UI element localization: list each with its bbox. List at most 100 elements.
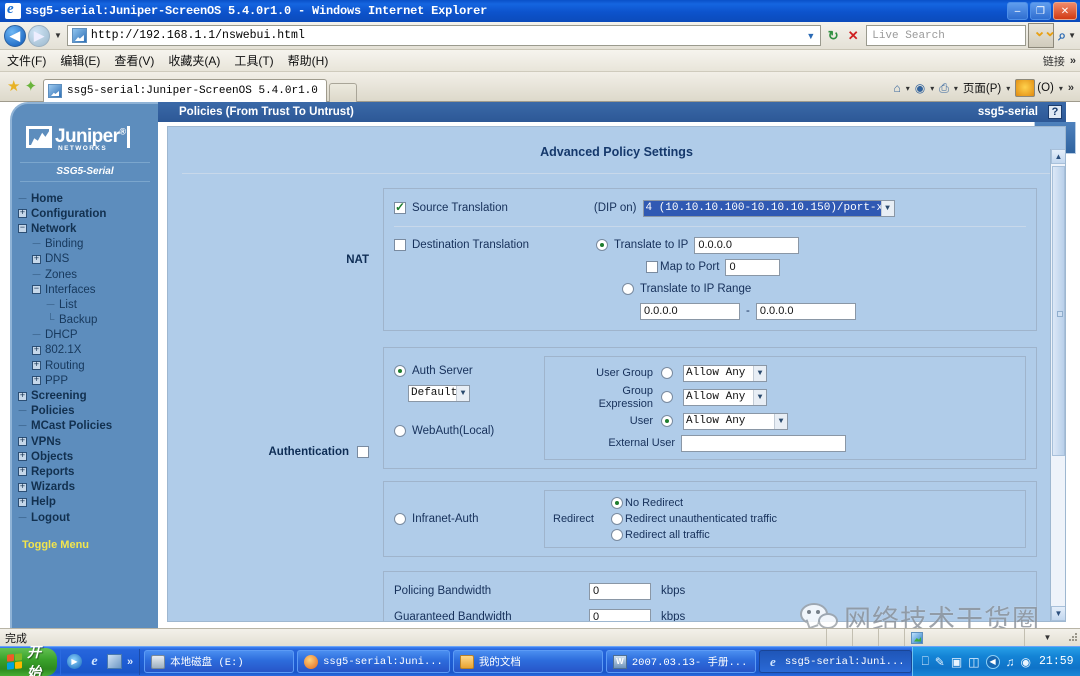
menu-file[interactable]: 文件(F) <box>0 52 53 69</box>
start-button[interactable]: 开始 <box>0 644 57 676</box>
expand-plus-icon[interactable]: + <box>18 452 27 462</box>
taskbar-item[interactable]: ssg5-serial:Juni... <box>297 650 450 673</box>
sidebar-item-mcast-policies[interactable]: ─ MCast Policies <box>18 419 158 434</box>
sidebar-item-help[interactable]: + Help <box>18 495 158 510</box>
expand-plus-icon[interactable]: + <box>18 391 27 401</box>
sidebar-item-interfaces[interactable]: − Interfaces <box>18 282 158 297</box>
page-menu-label[interactable]: 页面(P) <box>963 80 1001 96</box>
sidebar-item-wizards[interactable]: + Wizards <box>18 480 158 495</box>
dip-select[interactable]: 4 (10.10.10.100-10.10.10.150)/port-xlate… <box>642 199 895 217</box>
expand-plus-icon[interactable]: + <box>32 345 41 355</box>
scroll-down-button[interactable]: ▼ <box>1051 606 1065 621</box>
sidebar-item-reports[interactable]: + Reports <box>18 464 158 479</box>
sidebar-item-home[interactable]: ─ Home <box>18 191 158 206</box>
taskbar-item[interactable]: W 2007.03.13- 手册... <box>605 650 756 673</box>
menu-help[interactable]: 帮助(H) <box>281 52 336 69</box>
taskbar-item[interactable]: 本地磁盘 (E:) <box>144 650 295 673</box>
print-caret-icon[interactable]: ▾ <box>954 84 958 93</box>
range-end-input[interactable]: 0.0.0.0 <box>755 302 856 320</box>
group-expression-radio[interactable] <box>661 391 673 403</box>
links-label[interactable]: 链接 <box>1043 53 1065 69</box>
auth-server-radio[interactable] <box>394 365 406 377</box>
expand-plus-icon[interactable]: + <box>32 376 41 386</box>
back-button[interactable]: ◀ <box>4 24 26 47</box>
chevron-down-icon[interactable]: ▼ <box>774 413 787 429</box>
scroll-up-button[interactable]: ▲ <box>1051 149 1065 164</box>
sidebar-item-backup[interactable]: └ Backup <box>18 313 158 328</box>
download-addon-icon[interactable] <box>1028 22 1054 48</box>
expand-plus-icon[interactable]: + <box>18 437 27 447</box>
expand-plus-icon[interactable]: + <box>18 209 27 219</box>
sidebar-item-dns[interactable]: + DNS <box>18 252 158 267</box>
clock-time[interactable]: 21:59 <box>1039 655 1074 668</box>
volume-icon[interactable]: ♫ <box>1006 655 1015 669</box>
source-translation-checkbox[interactable] <box>394 200 406 214</box>
sidebar-item-ppp[interactable]: + PPP <box>18 373 158 388</box>
collapse-minus-icon[interactable]: − <box>32 285 41 295</box>
forward-button[interactable]: ▶ <box>28 24 50 47</box>
chevron-down-icon[interactable]: ▼ <box>753 389 766 405</box>
infranet-auth-radio[interactable] <box>394 513 406 525</box>
maximize-button[interactable]: ❐ <box>1030 2 1051 20</box>
translate-to-ip-radio[interactable] <box>595 239 608 251</box>
group-expression-select[interactable]: Allow Any ▼ <box>683 388 767 406</box>
keyboard-icon[interactable]: ⎕ <box>922 654 929 669</box>
tools-menu-label[interactable]: (O) <box>1037 82 1054 94</box>
sidebar-item-binding[interactable]: ─ Binding <box>18 237 158 252</box>
menu-view[interactable]: 查看(V) <box>107 52 161 69</box>
map-to-port-checkbox[interactable] <box>646 261 658 273</box>
destination-translation-checkbox[interactable] <box>394 239 406 251</box>
sidebar-item-policies[interactable]: ─ Policies <box>18 404 158 419</box>
user-group-radio[interactable] <box>661 367 673 379</box>
sidebar-item-objects[interactable]: + Objects <box>18 449 158 464</box>
pen-icon[interactable]: ✎ <box>935 655 945 669</box>
policing-bandwidth-input[interactable]: 0 <box>589 582 651 600</box>
media-player-icon[interactable]: ▶ <box>67 654 82 669</box>
no-redirect-radio[interactable] <box>611 497 623 509</box>
network-icon[interactable]: ◫ <box>968 655 979 669</box>
monitor-icon[interactable]: ▣ <box>951 655 962 669</box>
menu-overflow-icon[interactable]: » <box>1070 55 1076 67</box>
chevron-down-icon[interactable]: ▼ <box>1044 633 1052 642</box>
guaranteed-bandwidth-input[interactable]: 0 <box>589 608 651 621</box>
collapse-minus-icon[interactable]: − <box>18 224 27 234</box>
redirect-unauthenticated-radio[interactable] <box>611 513 623 525</box>
scrollbar-thumb[interactable] <box>1052 166 1065 456</box>
sidebar-item-list[interactable]: ─ List <box>18 297 158 312</box>
outlook-express-icon[interactable] <box>107 654 122 669</box>
sidebar-item-network[interactable]: − Network <box>18 221 158 236</box>
chevron-down-icon[interactable]: ▼ <box>753 365 766 381</box>
sidebar-item-routing[interactable]: + Routing <box>18 358 158 373</box>
refresh-icon[interactable]: ↻ <box>823 25 843 46</box>
security-zone-indicator[interactable] <box>904 629 1024 646</box>
sidebar-item-configuration[interactable]: + Configuration <box>18 206 158 221</box>
home-caret-icon[interactable]: ▾ <box>906 84 910 93</box>
toggle-menu-link[interactable]: Toggle Menu <box>12 525 158 551</box>
redirect-all-radio[interactable] <box>611 529 623 541</box>
stop-icon[interactable]: ✕ <box>843 25 863 46</box>
translate-to-ip-range-radio[interactable] <box>622 283 634 295</box>
translate-to-ip-input[interactable]: 0.0.0.0 <box>694 236 800 254</box>
expand-plus-icon[interactable]: + <box>18 467 27 477</box>
new-tab-button[interactable] <box>328 83 357 102</box>
history-dropdown-icon[interactable]: ▼ <box>54 31 62 40</box>
webauth-radio[interactable] <box>394 425 406 437</box>
feeds-icon[interactable]: ◉ <box>915 81 925 95</box>
search-input[interactable]: Live Search <box>866 25 1027 46</box>
favorites-star-icon[interactable]: ★ <box>7 77 20 95</box>
taskbar-item[interactable]: 我的文档 <box>452 650 603 673</box>
browser-tab[interactable]: ssg5-serial:Juniper-ScreenOS 5.4.0r1.0 <box>43 79 327 102</box>
add-to-favorites-icon[interactable]: ✦ <box>24 77 37 95</box>
close-button[interactable]: ✕ <box>1053 2 1077 20</box>
user-group-select[interactable]: Allow Any ▼ <box>683 364 767 382</box>
security-center-icon[interactable]: ◉ <box>1021 655 1031 669</box>
chevron-down-icon[interactable]: ▼ <box>456 385 469 401</box>
sidebar-item-logout[interactable]: ─ Logout <box>18 510 158 525</box>
url-dropdown-icon[interactable]: ▼ <box>806 31 820 41</box>
addon-toolbar-icon[interactable] <box>1015 79 1036 97</box>
zoom-indicator[interactable]: ▼ <box>1024 629 1064 646</box>
menu-favorites[interactable]: 收藏夹(A) <box>161 52 227 69</box>
page-caret-icon[interactable]: ▾ <box>1006 84 1010 93</box>
quick-launch-overflow-icon[interactable]: » <box>127 656 133 668</box>
help-icon[interactable]: ? <box>1048 105 1062 119</box>
